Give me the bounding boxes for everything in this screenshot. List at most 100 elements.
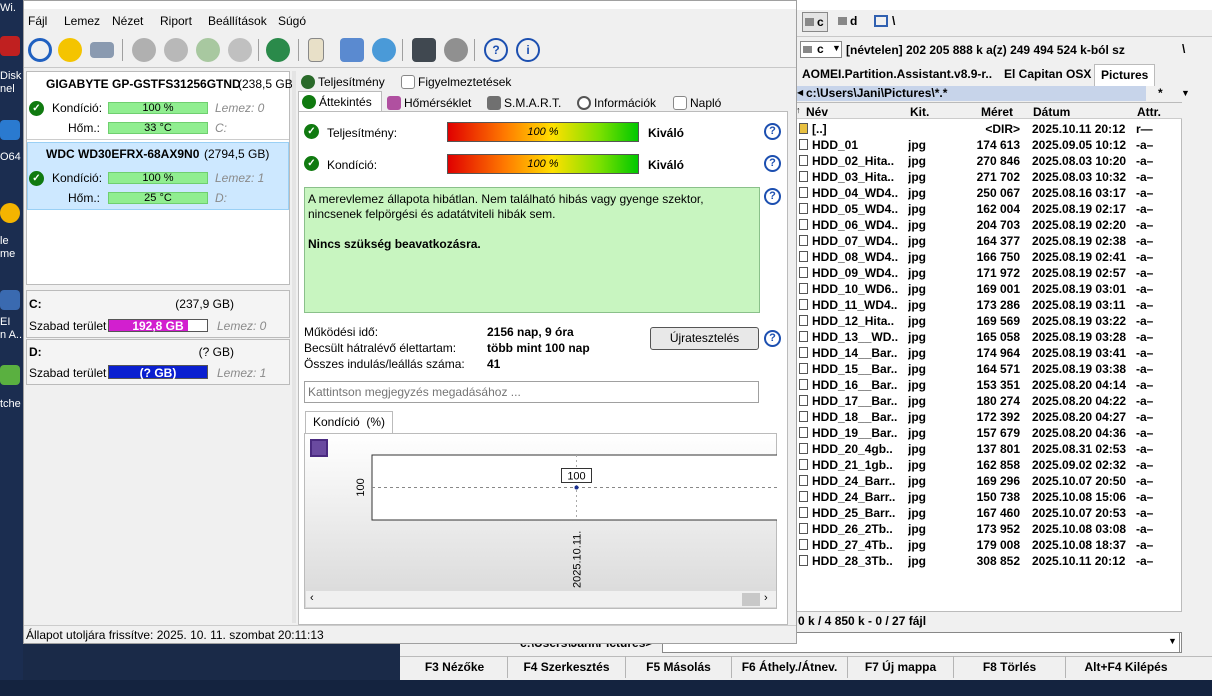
help-icon[interactable]: ?	[764, 188, 781, 205]
menu-report[interactable]: Riport	[160, 14, 192, 28]
table-row[interactable]: HDD_05_WD4.. jpg 162 004 2025.08.19 02:17 -a…	[796, 201, 1212, 217]
retest-button[interactable]: Újratesztelés	[650, 327, 759, 350]
chart-tab[interactable]: Kondíció (%)	[305, 411, 394, 433]
report-icon[interactable]	[308, 38, 324, 62]
table-row[interactable]: HDD_02_Hita.. jpg 270 846 2025.08.03 10:20-…	[796, 153, 1212, 169]
tab-performance[interactable]: Teljesítmény	[298, 72, 394, 92]
f8-delete-button[interactable]: F8 Törlés	[954, 656, 1066, 678]
table-row[interactable]: HDD_15__Bar.. jpg 164 571 2025.08.19 03:38-…	[796, 361, 1212, 377]
warning-icon[interactable]	[58, 38, 82, 62]
chevron-left-icon[interactable]: ‹	[310, 592, 314, 604]
table-row[interactable]: HDD_10_WD6.. jpg 169 001 2025.08.19 03:01 -a…	[796, 281, 1212, 297]
menu-settings[interactable]: Beállítások	[208, 14, 267, 28]
tab-smart[interactable]: S.M.A.R.T.	[484, 93, 570, 113]
table-row[interactable]: HDD_25_Barr.. jpg 167 460 2025.10.07 20:53-…	[796, 505, 1212, 521]
table-row[interactable]: HDD_12_Hita.. jpg 169 569 2025.08.19 03:22-…	[796, 313, 1212, 329]
chevron-right-icon[interactable]: ›	[764, 592, 768, 604]
col-header-ext[interactable]: Kit.	[910, 105, 929, 119]
table-row[interactable]: HDD_11_WD4.. jpg 173 286 2025.08.19 03:11 -a…	[796, 297, 1212, 313]
table-row[interactable]: HDD_28_3Tb.. jpg 308 852 2025.10.11 20:12 -a…	[796, 553, 1212, 569]
tab-overview[interactable]: Áttekintés	[298, 91, 382, 111]
table-row[interactable]: HDD_20_4gb.. jpg 137 801 2025.08.31 02:53 -a…	[796, 441, 1212, 457]
table-row[interactable]: HDD_03_Hita.. jpg 271 702 2025.08.03 10:32-…	[796, 169, 1212, 185]
send-report-icon[interactable]	[340, 38, 364, 62]
table-row[interactable]: HDD_24_Barr.. jpg 169 296 2025.10.07 20:50-…	[796, 473, 1212, 489]
tab-information[interactable]: Információk	[574, 93, 666, 113]
filter-button[interactable]: *	[1158, 86, 1163, 100]
info-icon[interactable]: i	[516, 38, 540, 62]
f3-view-button[interactable]: F3 Nézőke	[402, 656, 508, 678]
help-icon[interactable]: ?	[484, 38, 508, 62]
menu-file[interactable]: Fájl	[28, 14, 47, 28]
tab-temperature[interactable]: Hőmérséklet	[384, 93, 480, 113]
app-icon[interactable]	[0, 120, 20, 140]
app-icon[interactable]	[0, 290, 20, 310]
table-row[interactable]: HDD_04_WD4.. jpg 250 067 2025.08.16 03:17 -a…	[796, 185, 1212, 201]
monitor-icon[interactable]	[412, 38, 436, 62]
chevron-down-icon[interactable]: ▼	[1168, 636, 1177, 646]
altf4-exit-button[interactable]: Alt+F4 Kilépés	[1066, 656, 1186, 678]
table-row[interactable]: [..] <DIR> 2025.10.11 20:12 r—	[796, 121, 1212, 137]
table-row[interactable]: HDD_18__Bar.. jpg 172 392 2025.08.20 04:27-…	[796, 409, 1212, 425]
help-icon[interactable]: ?	[764, 330, 781, 347]
left-panel-empty	[26, 387, 290, 623]
col-header-date[interactable]: Dátum	[1033, 105, 1070, 119]
globe-icon[interactable]	[266, 38, 290, 62]
table-row[interactable]: HDD_07_WD4.. jpg 164 377 2025.08.19 02:38 -a…	[796, 233, 1212, 249]
table-row[interactable]: HDD_01 jpg 174 613 2025.09.05 10:12 -a–	[796, 137, 1212, 153]
drive-select[interactable]: c ▼	[800, 41, 842, 58]
network-drive-button[interactable]: \	[872, 12, 902, 32]
tab-el-capitan[interactable]: El Capitan OSX	[1004, 67, 1091, 81]
col-header-size[interactable]: Méret	[981, 105, 1013, 119]
scroll-thumb[interactable]	[742, 593, 760, 606]
disk-icon[interactable]	[90, 42, 114, 58]
f5-copy-button[interactable]: F5 Másolás	[626, 656, 732, 678]
menu-view[interactable]: Nézet	[112, 14, 143, 28]
network-report-icon[interactable]	[372, 38, 396, 62]
drive-button-d[interactable]: d	[836, 12, 862, 32]
table-row[interactable]: HDD_19__Bar.. jpg 157 679 2025.08.20 04:36-…	[796, 425, 1212, 441]
tab-log[interactable]: Napló	[670, 93, 732, 113]
table-row[interactable]: HDD_24_Barr.. jpg 150 738 2025.10.08 15:06-…	[796, 489, 1212, 505]
splitter[interactable]	[292, 71, 296, 623]
menu-help[interactable]: Súgó	[278, 14, 306, 28]
help-icon[interactable]: ?	[764, 123, 781, 140]
f4-edit-button[interactable]: F4 Szerkesztés	[508, 656, 626, 678]
chart-scrollbar[interactable]	[306, 591, 776, 607]
col-header-name[interactable]: Név	[806, 105, 828, 119]
disk-test-icon[interactable]	[132, 38, 156, 62]
disk-scan-icon[interactable]	[164, 38, 188, 62]
table-row[interactable]: HDD_27_4Tb.. jpg 179 008 2025.10.08 18:37 -a…	[796, 537, 1212, 553]
note-input[interactable]	[304, 381, 759, 403]
table-row[interactable]: HDD_13__WD.. jpg 165 058 2025.08.19 03:28 -a…	[796, 329, 1212, 345]
table-row[interactable]: HDD_21_1gb.. jpg 162 858 2025.09.02 02:32 -a…	[796, 457, 1212, 473]
table-row[interactable]: HDD_14__Bar.. jpg 174 964 2025.08.19 03:41-…	[796, 345, 1212, 361]
table-row[interactable]: HDD_08_WD4.. jpg 166 750 2025.08.19 02:41 -a…	[796, 249, 1212, 265]
app-icon[interactable]	[0, 365, 20, 385]
disk-check-icon[interactable]	[196, 38, 220, 62]
f6-move-button[interactable]: F6 Áthely./Átnev.	[732, 656, 848, 678]
file-list-scrollbar[interactable]	[1184, 102, 1212, 612]
menu-disk[interactable]: Lemez	[64, 14, 100, 28]
chevron-down-icon[interactable]: ▼	[1181, 88, 1190, 98]
tab-warnings[interactable]: Figyelmeztetések	[398, 72, 516, 92]
tab-aomei[interactable]: AOMEI.Partition.Assistant.v8.9-r..	[802, 67, 996, 81]
chrome-icon[interactable]	[0, 203, 20, 223]
disk-tool-icon[interactable]	[0, 36, 20, 56]
speaker-icon[interactable]	[444, 38, 468, 62]
tab-pictures[interactable]: Pictures	[1094, 64, 1156, 86]
disk-tools-icon[interactable]	[228, 38, 252, 62]
help-icon[interactable]: ?	[764, 155, 781, 172]
f7-newfolder-button[interactable]: F7 Új mappa	[848, 656, 954, 678]
table-row[interactable]: HDD_17__Bar.. jpg 180 274 2025.08.20 04:22-…	[796, 393, 1212, 409]
root-button[interactable]: \	[1182, 42, 1185, 56]
table-row[interactable]: HDD_06_WD4.. jpg 204 703 2025.08.19 02:20 -a…	[796, 217, 1212, 233]
table-row[interactable]: HDD_09_WD4.. jpg 171 972 2025.08.19 02:57 -a…	[796, 265, 1212, 281]
cell-attr: -a–	[1136, 330, 1154, 344]
drive-button-c[interactable]: c	[802, 12, 828, 32]
col-header-attr[interactable]: Attr.	[1137, 105, 1161, 119]
network-icon	[874, 15, 888, 27]
table-row[interactable]: HDD_16__Bar.. jpg 153 351 2025.08.20 04:14-…	[796, 377, 1212, 393]
refresh-icon[interactable]	[28, 38, 52, 62]
table-row[interactable]: HDD_26_2Tb.. jpg 173 952 2025.10.08 03:08 -a…	[796, 521, 1212, 537]
